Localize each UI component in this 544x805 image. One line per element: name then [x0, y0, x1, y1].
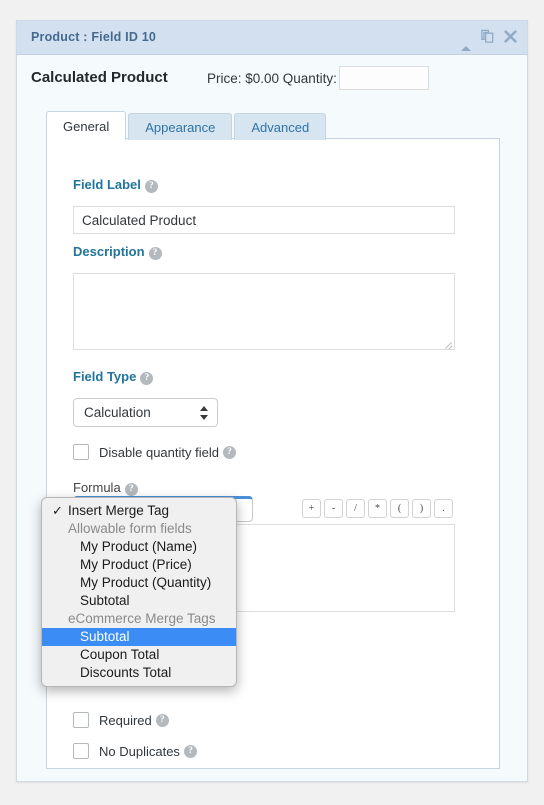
dropdown-item-my-product-quantity[interactable]: My Product (Quantity): [42, 574, 236, 592]
formula-caption: Formula?: [73, 480, 138, 496]
operator-close-paren-button[interactable]: ): [412, 499, 431, 518]
merge-tag-dropdown-menu[interactable]: Insert Merge Tag Allowable form fields M…: [41, 497, 237, 687]
collapse-icon[interactable]: [461, 29, 471, 51]
help-icon-description[interactable]: ?: [148, 247, 162, 260]
dropdown-item-subtotal-form[interactable]: Subtotal: [42, 592, 236, 610]
help-icon-no-duplicates[interactable]: ?: [183, 744, 197, 758]
dropdown-item-my-product-name[interactable]: My Product (Name): [42, 538, 236, 556]
disable-quantity-checkbox[interactable]: [73, 444, 89, 460]
help-icon-required[interactable]: ?: [155, 713, 169, 727]
operator-plus-button[interactable]: +: [302, 499, 321, 518]
field-type-value: Calculation: [84, 405, 151, 420]
operator-multiply-button[interactable]: *: [368, 499, 387, 518]
operator-open-paren-button[interactable]: (: [390, 499, 409, 518]
required-row: Required ?: [73, 712, 169, 728]
dropdown-item-subtotal-ecommerce[interactable]: Subtotal: [42, 628, 236, 646]
formula-caption-text: Formula: [73, 480, 121, 495]
field-type-select[interactable]: Calculation: [73, 398, 218, 427]
help-icon-field-type[interactable]: ?: [140, 372, 154, 385]
settings-tabs: General Appearance Advanced: [46, 111, 327, 140]
stepper-icon: [200, 405, 208, 421]
dropdown-item-my-product-price[interactable]: My Product (Price): [42, 556, 236, 574]
tab-general[interactable]: General: [46, 111, 127, 140]
panel-header: Product : Field ID 10: [17, 21, 527, 55]
operator-divide-button[interactable]: /: [346, 499, 365, 518]
close-icon[interactable]: [504, 29, 517, 47]
panel-title: Product : Field ID 10: [31, 30, 157, 44]
panel-header-actions: [461, 21, 517, 55]
no-duplicates-row: No Duplicates ?: [73, 743, 197, 759]
required-label: Required: [99, 712, 152, 728]
no-duplicates-label: No Duplicates: [99, 743, 180, 759]
description-caption: Description?: [73, 244, 162, 260]
required-checkbox[interactable]: [73, 712, 89, 728]
field-label-caption: Field Label?: [73, 177, 158, 193]
field-label-input[interactable]: [73, 206, 455, 234]
operator-minus-button[interactable]: -: [324, 499, 343, 518]
quantity-input[interactable]: [339, 66, 429, 90]
dropdown-group-ecommerce-merge-tags: eCommerce Merge Tags: [68, 611, 216, 626]
help-icon-formula[interactable]: ?: [124, 483, 138, 496]
dropdown-item-discounts-total[interactable]: Discounts Total: [42, 664, 236, 682]
tab-advanced[interactable]: Advanced: [234, 113, 327, 140]
duplicate-icon[interactable]: [480, 29, 495, 48]
dropdown-group-allowable-form-fields: Allowable form fields: [68, 521, 192, 536]
disable-quantity-row: Disable quantity field ?: [73, 444, 236, 460]
tab-appearance[interactable]: Appearance: [128, 113, 233, 140]
dropdown-item-coupon-total[interactable]: Coupon Total: [42, 646, 236, 664]
field-label-caption-text: Field Label: [73, 177, 141, 192]
operator-decimal-button[interactable]: .: [434, 499, 453, 518]
disable-quantity-label: Disable quantity field: [99, 444, 219, 460]
description-caption-text: Description: [73, 244, 145, 259]
field-title-row: Calculated Product Price: $0.00 Quantity…: [17, 55, 527, 101]
formula-operator-buttons: + - / * ( ) .: [302, 499, 453, 518]
price-quantity-label: Price: $0.00 Quantity:: [207, 71, 337, 86]
help-icon-disable-quantity[interactable]: ?: [222, 445, 236, 459]
field-type-caption: Field Type?: [73, 369, 154, 385]
field-type-caption-text: Field Type: [73, 369, 137, 384]
field-display-name: Calculated Product: [31, 69, 168, 86]
description-textarea[interactable]: [73, 273, 455, 350]
dropdown-item-insert-merge-tag[interactable]: Insert Merge Tag: [42, 502, 236, 520]
help-icon-field-label[interactable]: ?: [144, 180, 158, 193]
no-duplicates-checkbox[interactable]: [73, 743, 89, 759]
